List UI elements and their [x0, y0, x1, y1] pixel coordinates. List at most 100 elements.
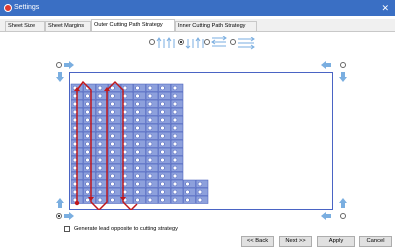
part-hole: [97, 149, 103, 155]
part-hole: [97, 109, 103, 115]
vertical-meander-up-icon: [156, 37, 175, 48]
part-hole: [97, 197, 103, 203]
tab-sheet-size[interactable]: Sheet Size: [5, 21, 45, 31]
part-hole: [85, 189, 90, 195]
part-hole: [160, 149, 165, 155]
window-title: Settings: [14, 4, 40, 11]
part-hole: [147, 149, 153, 155]
part-hole: [197, 197, 203, 203]
vertical-meander-selected-icon: [185, 37, 204, 49]
part-hole: [110, 157, 115, 163]
start-corner-top-right-radio[interactable]: [340, 62, 346, 68]
part-hole: [160, 125, 165, 131]
part-hole: [135, 157, 140, 163]
part-hole: [85, 109, 90, 115]
tab-inner-cutting-path-strategy[interactable]: Inner Cutting Path Strategy: [175, 21, 257, 31]
part-hole: [160, 189, 165, 195]
part-hole: [85, 141, 90, 147]
back-button[interactable]: << Back: [241, 236, 274, 247]
part-hole: [135, 109, 140, 115]
part-hole: [160, 181, 165, 187]
part-hole: [172, 149, 178, 155]
part-hole: [97, 117, 103, 123]
part-hole: [135, 133, 140, 139]
tab-outer-cutting-path-strategy[interactable]: Outer Cutting Path Strategy: [91, 19, 175, 31]
part-hole: [135, 85, 140, 91]
apply-button[interactable]: Apply: [317, 236, 355, 247]
part-hole: [197, 181, 203, 187]
strategy-radio-2[interactable]: [178, 39, 184, 45]
part-hole: [160, 141, 165, 147]
title-bar: Settings ✕: [0, 0, 395, 16]
path-start-point: [74, 200, 80, 206]
tab-strip: Sheet Size Sheet Margins Outer Cutting P…: [0, 19, 395, 31]
strategy-radio-3[interactable]: [204, 39, 210, 45]
part-hole: [172, 101, 178, 107]
arrow-down-icon: [339, 72, 347, 82]
sheet-preview: [69, 72, 333, 210]
part-hole: [147, 101, 153, 107]
part-hole: [110, 117, 115, 123]
part-hole: [135, 93, 140, 99]
part-hole: [147, 189, 153, 195]
arrow-right-icon: [64, 61, 74, 69]
part-hole: [135, 197, 140, 203]
generate-lead-label: Generate lead opposite to cutting strate…: [74, 226, 178, 232]
part-hole: [185, 181, 190, 187]
horizontal-meander-icon: [211, 36, 227, 47]
part-hole: [97, 141, 103, 147]
cancel-button[interactable]: Cancel: [359, 236, 392, 247]
part-hole: [110, 197, 115, 203]
part-hole: [135, 181, 140, 187]
close-button[interactable]: ✕: [381, 2, 389, 14]
start-corner-bottom-left-radio[interactable]: [56, 213, 62, 219]
arrow-down-icon: [56, 72, 64, 82]
part-hole: [97, 93, 103, 99]
part-hole: [147, 109, 153, 115]
arrow-right-icon: [64, 212, 74, 220]
part-hole: [110, 189, 115, 195]
part-hole: [135, 165, 140, 171]
part-hole: [147, 117, 153, 123]
part-hole: [85, 125, 90, 131]
part-hole: [172, 181, 178, 187]
part-hole: [135, 101, 140, 107]
part-hole: [172, 117, 178, 123]
part-hole: [147, 141, 153, 147]
part-hole: [160, 197, 165, 203]
part-hole: [172, 109, 178, 115]
part-hole: [147, 181, 153, 187]
part-hole: [147, 157, 153, 163]
part-hole: [172, 173, 178, 179]
part-hole: [97, 133, 103, 139]
part-hole: [172, 125, 178, 131]
part-hole: [135, 125, 140, 131]
part-hole: [197, 189, 203, 195]
part-hole: [160, 165, 165, 171]
tab-sheet-margins[interactable]: Sheet Margins: [45, 21, 91, 31]
part-hole: [97, 173, 103, 179]
part-hole: [97, 189, 103, 195]
part-hole: [147, 173, 153, 179]
strategy-radio-1[interactable]: [149, 39, 155, 45]
horizontal-meander-alt-icon: [238, 37, 255, 50]
part-hole: [172, 133, 178, 139]
start-corner-top-left-radio[interactable]: [56, 62, 62, 68]
part-hole: [110, 173, 115, 179]
part-hole: [110, 141, 115, 147]
part-hole: [160, 85, 165, 91]
arrow-left-icon: [321, 61, 331, 69]
part-hole: [122, 85, 128, 91]
part-hole: [160, 117, 165, 123]
arrow-up-icon: [339, 198, 347, 208]
part-hole: [172, 85, 178, 91]
part-hole: [110, 109, 115, 115]
strategy-radio-4[interactable]: [230, 39, 236, 45]
part-hole: [172, 197, 178, 203]
start-corner-bottom-right-radio[interactable]: [340, 213, 346, 219]
next-button[interactable]: Next >>: [279, 236, 312, 247]
part-hole: [85, 181, 90, 187]
generate-lead-checkbox[interactable]: [64, 226, 70, 232]
part-hole: [85, 133, 90, 139]
part-hole: [147, 85, 153, 91]
